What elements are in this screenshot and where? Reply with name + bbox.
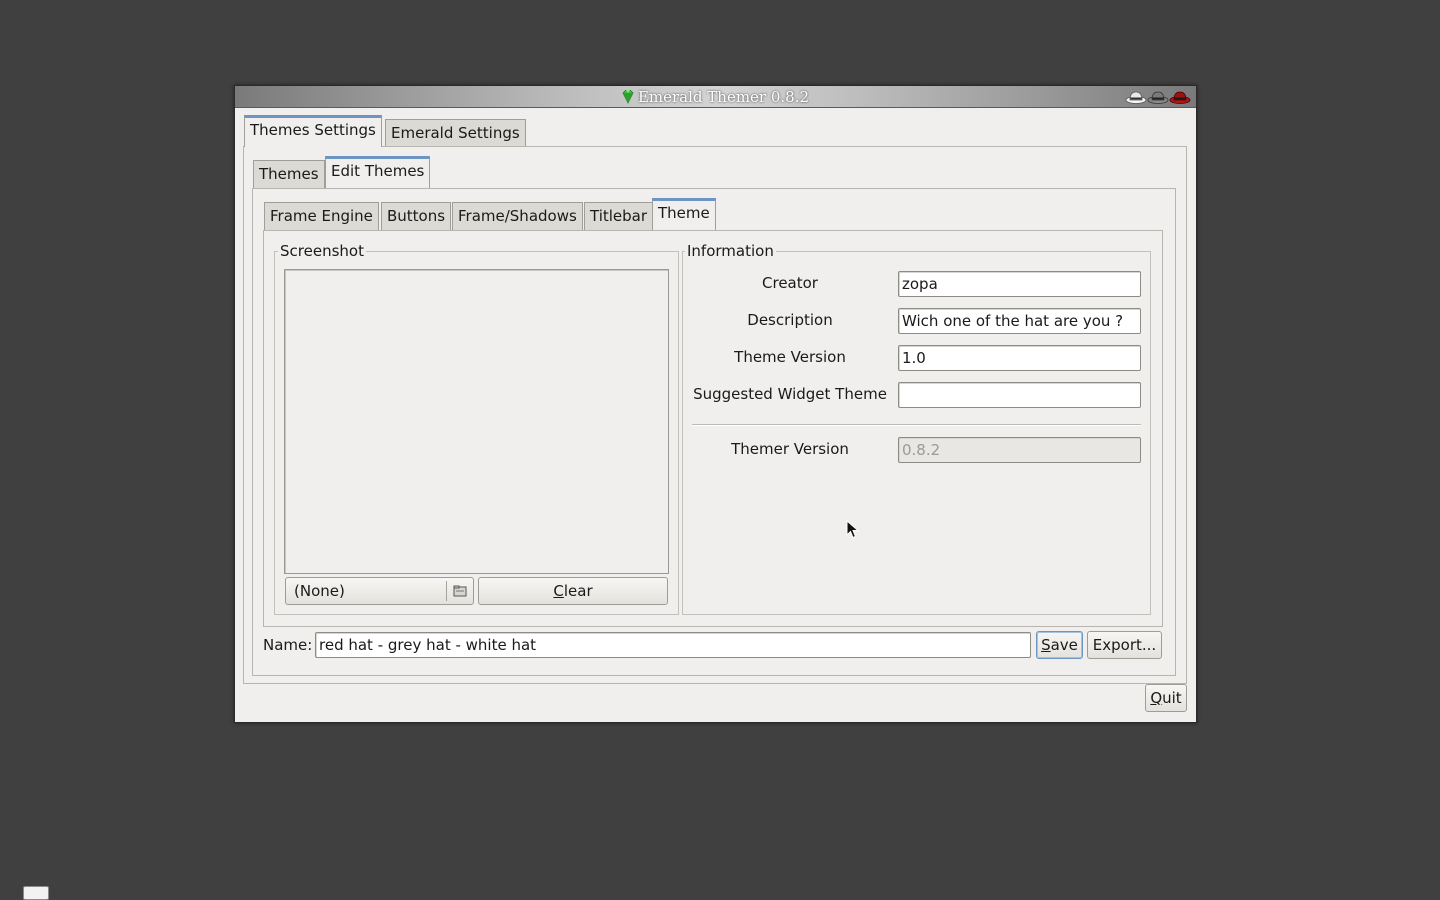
information-group <box>682 251 1151 615</box>
themes-settings-panel: Themes Edit Themes Frame Engine Buttons … <box>243 146 1187 684</box>
creator-field[interactable]: zopa <box>898 271 1141 297</box>
clear-button[interactable]: Clear <box>478 577 668 605</box>
themer-version-label: Themer Version <box>731 440 849 458</box>
white-hat-minimize-icon[interactable] <box>1125 89 1147 105</box>
titlebar[interactable]: Emerald Themer 0.8.2 <box>235 86 1196 108</box>
mouse-pointer-icon <box>846 520 859 539</box>
information-group-label: Information <box>685 242 776 260</box>
taskbar-window-item[interactable] <box>23 886 49 900</box>
window-title: Emerald Themer 0.8.2 <box>637 88 810 106</box>
folder-icon <box>453 585 467 597</box>
grey-hat-maximize-icon[interactable] <box>1147 89 1169 105</box>
emerald-themer-window: Emerald Themer 0.8.2 Themes Settings Eme… <box>234 85 1197 723</box>
window-content: Themes Settings Emerald Settings Themes … <box>238 109 1193 721</box>
tab-themes-settings[interactable]: Themes Settings <box>244 115 382 147</box>
tab-frame-engine[interactable]: Frame Engine <box>264 202 379 230</box>
save-button[interactable]: Save <box>1036 631 1083 659</box>
quit-button[interactable]: Quit <box>1145 684 1187 712</box>
information-separator <box>692 424 1141 426</box>
description-label: Description <box>747 311 833 329</box>
edit-themes-panel: Frame Engine Buttons Frame/Shadows Title… <box>252 188 1176 676</box>
theme-version-field[interactable]: 1.0 <box>898 345 1141 371</box>
description-field[interactable]: Wich one of the hat are you ? <box>898 308 1141 334</box>
suggested-widget-theme-label: Suggested Widget Theme <box>693 385 887 403</box>
screenshot-group-label: Screenshot <box>278 242 366 260</box>
tab-theme[interactable]: Theme <box>652 198 716 230</box>
tab-emerald-settings[interactable]: Emerald Settings <box>385 119 526 147</box>
tab-titlebar[interactable]: Titlebar <box>584 202 654 230</box>
creator-label: Creator <box>762 274 818 292</box>
screenshot-file-value: (None) <box>294 582 345 600</box>
theme-version-label: Theme Version <box>734 348 846 366</box>
export-button[interactable]: Export... <box>1087 631 1162 659</box>
screenshot-preview <box>284 269 669 574</box>
theme-name-field[interactable]: red hat - grey hat - white hat <box>315 632 1031 658</box>
tab-themes[interactable]: Themes <box>253 160 325 188</box>
themer-version-field: 0.8.2 <box>898 437 1141 463</box>
tab-frame-shadows[interactable]: Frame/Shadows <box>452 202 583 230</box>
theme-panel: Screenshot (None) Clear Information Crea… <box>263 230 1163 627</box>
tab-buttons[interactable]: Buttons <box>381 202 452 230</box>
red-hat-close-icon[interactable] <box>1169 89 1191 105</box>
screenshot-file-chooser[interactable]: (None) <box>285 577 474 605</box>
suggested-widget-theme-field[interactable] <box>898 382 1141 408</box>
tab-edit-themes[interactable]: Edit Themes <box>325 156 431 188</box>
emerald-gem-icon <box>622 90 634 104</box>
name-label: Name: <box>263 636 313 654</box>
